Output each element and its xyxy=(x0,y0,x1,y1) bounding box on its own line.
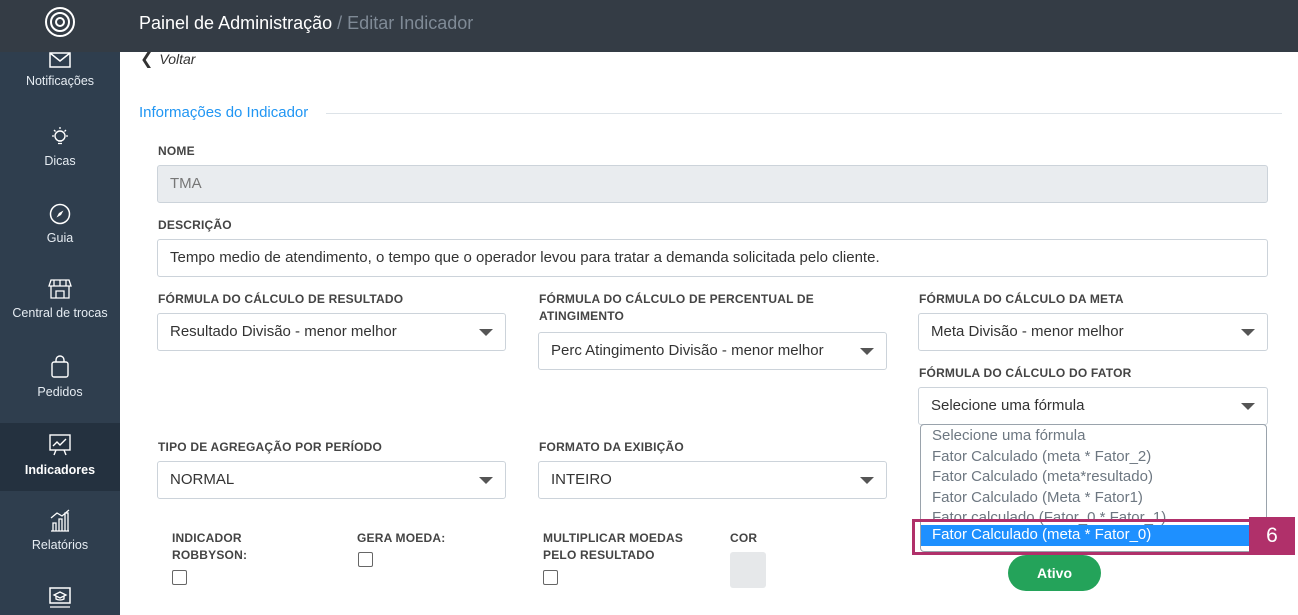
breadcrumb-current: Editar Indicador xyxy=(347,13,474,33)
back-link[interactable]: ❮ Voltar xyxy=(140,49,195,69)
formato-value: INTEIRO xyxy=(551,471,612,488)
formula-percentual-label-line2: ATINGIMENTO xyxy=(539,309,625,323)
formula-percentual-label: FÓRMULA DO CÁLCULO DE PERCENTUAL DE ATIN… xyxy=(539,291,814,325)
formula-fator-select[interactable]: Selecione uma fórmula xyxy=(918,387,1268,425)
chart-board-icon xyxy=(49,434,71,456)
formula-meta-select[interactable]: Meta Divisão - menor melhor xyxy=(918,313,1268,351)
multiplicar-label-line2: PELO RESULTADO xyxy=(543,548,655,562)
gera-moeda-label: GERA MOEDA: xyxy=(357,531,446,545)
cor-label: COR xyxy=(730,531,758,545)
agregacao-label: TIPO DE AGREGAÇÃO POR PERÍODO xyxy=(158,440,383,454)
formula-resultado-label: FÓRMULA DO CÁLCULO DE RESULTADO xyxy=(158,292,404,306)
formula-fator-label: FÓRMULA DO CÁLCULO DO FATOR xyxy=(919,366,1132,380)
sidebar-item-relatorios[interactable]: Relatórios xyxy=(0,508,120,558)
formula-fator-value: Selecione uma fórmula xyxy=(931,397,1085,414)
chevron-down-icon xyxy=(479,477,493,484)
chevron-down-icon xyxy=(479,329,493,336)
agregacao-select[interactable]: NORMAL xyxy=(157,461,506,499)
dropdown-option[interactable]: Fator Calculado (meta * Fator_2) xyxy=(921,447,1266,468)
sidebar-item-notificacoes[interactable]: Notificações xyxy=(0,52,120,100)
shopping-bag-icon xyxy=(51,355,69,378)
ativo-toggle-button[interactable]: Ativo xyxy=(1008,555,1101,591)
formula-meta-label: FÓRMULA DO CÁLCULO DA META xyxy=(919,292,1124,306)
sidebar-item-label: Guia xyxy=(46,231,74,245)
logo-icon xyxy=(45,7,75,37)
formula-percentual-label-line1: FÓRMULA DO CÁLCULO DE PERCENTUAL DE xyxy=(539,292,814,306)
formula-percentual-select[interactable]: Perc Atingimento Divisão - menor melhor xyxy=(538,332,887,370)
chevron-down-icon xyxy=(1241,329,1255,336)
formula-resultado-select[interactable]: Resultado Divisão - menor melhor xyxy=(157,313,506,351)
gera-moeda-checkbox[interactable] xyxy=(358,552,373,567)
descricao-label: DESCRIÇÃO xyxy=(158,218,232,232)
indicador-robbyson-checkbox[interactable] xyxy=(172,570,187,585)
sidebar: Notificações Dicas Guia Central de troca… xyxy=(0,0,120,615)
bar-chart-icon xyxy=(50,509,70,532)
agregacao-value: NORMAL xyxy=(170,471,235,488)
sidebar-item-label: Central de trocas xyxy=(12,306,108,320)
multiplicar-label-line1: MULTIPLICAR MOEDAS xyxy=(543,531,684,545)
formato-select[interactable]: INTEIRO xyxy=(538,461,887,499)
sidebar-item-treinamento[interactable] xyxy=(0,586,120,615)
logo[interactable] xyxy=(0,0,120,52)
chevron-down-icon xyxy=(1241,403,1255,410)
sidebar-item-dicas[interactable]: Dicas xyxy=(0,126,120,176)
mail-icon xyxy=(49,52,71,68)
section-divider xyxy=(326,113,1282,114)
nome-label: NOME xyxy=(158,144,195,158)
robbyson-label-line1: INDICADOR xyxy=(172,531,242,545)
nome-field[interactable]: TMA xyxy=(157,165,1268,203)
sidebar-item-guia[interactable]: Guia xyxy=(0,203,120,253)
sidebar-item-pedidos[interactable]: Pedidos xyxy=(0,355,120,405)
descricao-field[interactable]: Tempo medio de atendimento, o tempo que … xyxy=(157,239,1268,277)
top-bar: Painel de Administração / Editar Indicad… xyxy=(120,0,1298,52)
breadcrumb-separator: / xyxy=(337,13,343,33)
indicador-robbyson-label: INDICADOR ROBBYSON: xyxy=(172,530,247,564)
back-label: Voltar xyxy=(159,51,196,67)
sidebar-item-label: Indicadores xyxy=(24,463,96,477)
sidebar-item-label: Dicas xyxy=(44,154,76,168)
sidebar-item-indicadores[interactable]: Indicadores xyxy=(0,423,120,491)
annotation-highlight xyxy=(912,519,1253,555)
multiplicar-moedas-checkbox[interactable] xyxy=(543,570,558,585)
sidebar-item-label: Pedidos xyxy=(37,385,83,399)
breadcrumb: Painel de Administração / Editar Indicad… xyxy=(139,13,473,34)
dropdown-option[interactable]: Selecione uma fórmula xyxy=(921,426,1266,447)
store-icon xyxy=(48,279,72,299)
compass-icon xyxy=(49,203,71,225)
dropdown-option[interactable]: Fator Calculado (Meta * Fator1) xyxy=(921,488,1266,509)
chevron-down-icon xyxy=(860,348,874,355)
chevron-left-icon: ❮ xyxy=(140,51,154,68)
sidebar-item-central-de-trocas[interactable]: Central de trocas xyxy=(0,278,120,328)
formula-meta-value: Meta Divisão - menor melhor xyxy=(931,323,1124,340)
formula-resultado-value: Resultado Divisão - menor melhor xyxy=(170,323,397,340)
sidebar-item-label: Notificações xyxy=(25,74,95,88)
chevron-down-icon xyxy=(860,477,874,484)
section-title: Informações do Indicador xyxy=(139,104,309,121)
color-picker[interactable] xyxy=(730,552,766,588)
dropdown-option[interactable]: Fator Calculado (meta*resultado) xyxy=(921,467,1266,488)
monitor-hat-icon xyxy=(49,587,71,608)
multiplicar-moedas-label: MULTIPLICAR MOEDAS PELO RESULTADO xyxy=(543,530,683,564)
page-title[interactable]: Painel de Administração xyxy=(139,13,332,33)
annotation-badge: 6 xyxy=(1249,517,1295,555)
formato-label: FORMATO DA EXIBIÇÃO xyxy=(539,440,684,454)
sidebar-item-label: Relatórios xyxy=(31,538,89,552)
lightbulb-icon xyxy=(52,127,68,145)
robbyson-label-line2: ROBBYSON: xyxy=(172,548,248,562)
formula-percentual-value: Perc Atingimento Divisão - menor melhor xyxy=(551,342,824,359)
